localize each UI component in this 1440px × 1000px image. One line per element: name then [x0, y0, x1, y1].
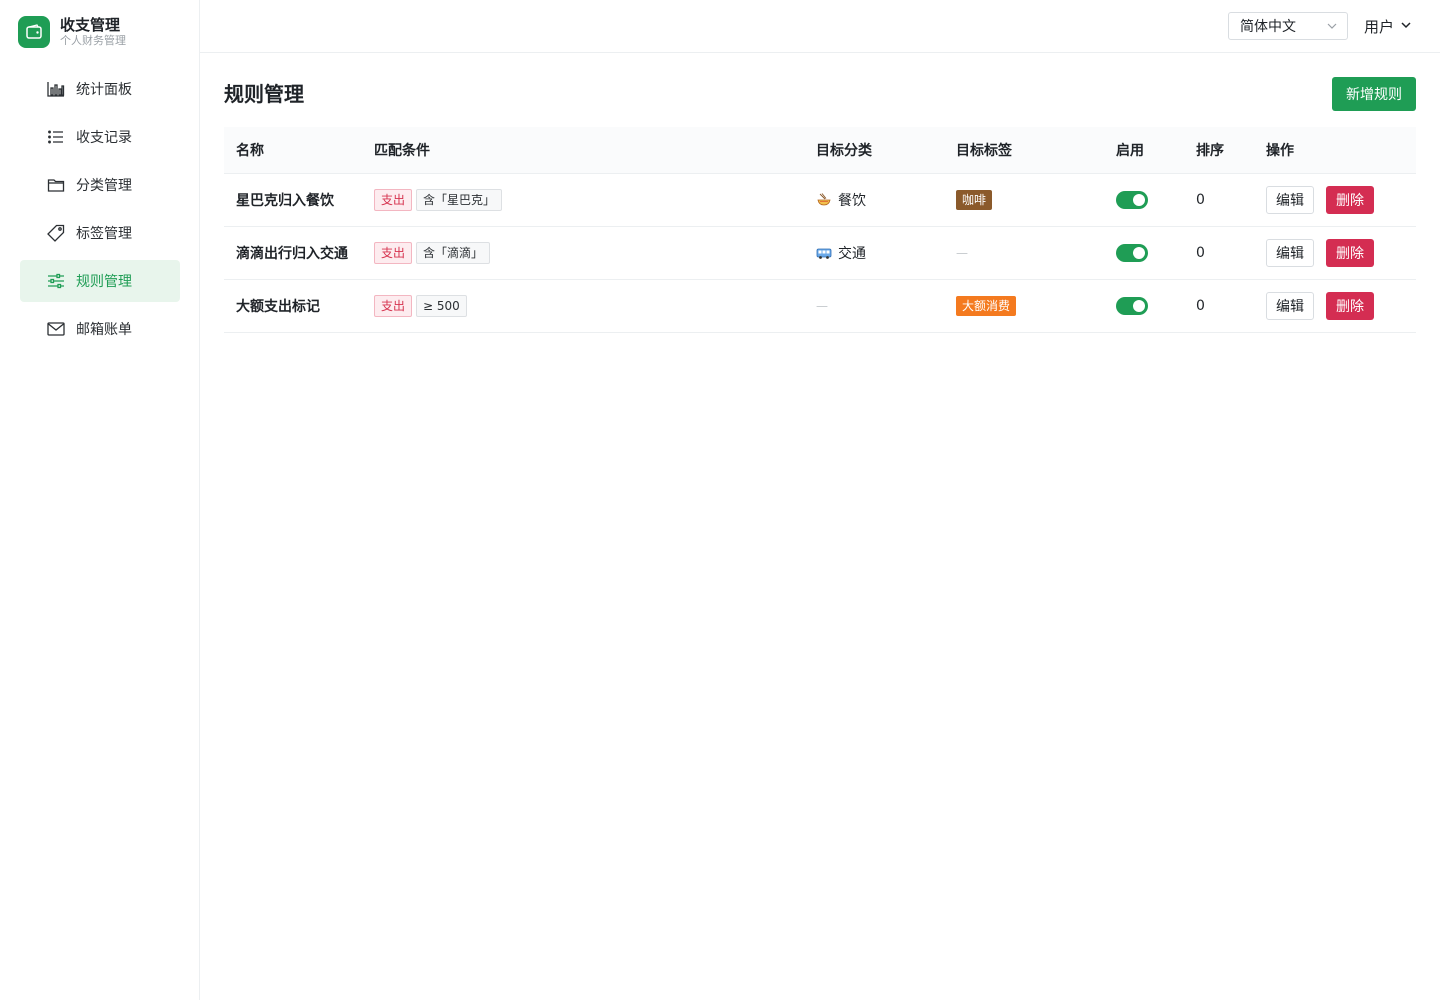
sidebar-item-rules[interactable]: 规则管理 [20, 260, 180, 302]
order-value: 0 [1196, 245, 1205, 261]
topbar: 简体中文 用户 [200, 0, 1440, 53]
edit-button[interactable]: 编辑 [1266, 239, 1314, 267]
user-menu[interactable]: 用户 [1364, 14, 1412, 38]
table-header: 名称 匹配条件 目标分类 目标标签 启用 排序 操作 [224, 127, 1416, 174]
row-actions: 编辑 删除 [1266, 239, 1416, 267]
wallet-icon [18, 16, 50, 48]
rule-conditions: 支出 含「滴滴」 [374, 242, 816, 264]
table-row: 星巴克归入餐饮 支出 含「星巴克」 餐饮 咖啡 0 编辑 删除 [224, 174, 1416, 227]
sidebar-item-categories[interactable]: 分类管理 [20, 164, 180, 206]
brand-subtitle: 个人财务管理 [60, 34, 126, 47]
target-category: 餐饮 [816, 190, 956, 210]
order-value: 0 [1196, 192, 1205, 208]
column-header-enabled: 启用 [1116, 143, 1144, 159]
language-value: 简体中文 [1240, 19, 1296, 35]
expense-chip: 支出 [374, 189, 413, 211]
table-row: 滴滴出行归入交通 支出 含「滴滴」 交通 — 0 编辑 删除 [224, 227, 1416, 280]
condition-chip: 含「滴滴」 [416, 242, 491, 264]
sidebar-item-label: 统计面板 [76, 82, 132, 98]
row-actions: 编辑 删除 [1266, 186, 1416, 214]
enabled-toggle[interactable] [1116, 297, 1148, 315]
mail-icon [46, 319, 66, 339]
toggle-knob [1133, 300, 1145, 312]
sidebar-item-label: 邮箱账单 [76, 322, 132, 338]
enabled-toggle[interactable] [1116, 244, 1148, 262]
sidebar: 收支管理 个人财务管理 统计面板 收支记录 分类管理 标签管理 规则管理 邮箱账… [0, 0, 200, 1000]
sidebar-item-mail-bills[interactable]: 邮箱账单 [20, 308, 180, 350]
category-label: 交通 [838, 246, 866, 262]
rule-conditions: 支出 ≥ 500 [374, 295, 816, 317]
brand-title: 收支管理 [60, 16, 121, 34]
sidebar-nav: 统计面板 收支记录 分类管理 标签管理 规则管理 邮箱账单 [20, 68, 180, 356]
sidebar-item-dashboard[interactable]: 统计面板 [20, 68, 180, 110]
condition-chip: 含「星巴克」 [416, 189, 503, 211]
column-header-category: 目标分类 [816, 143, 872, 159]
rule-name: 星巴克归入餐饮 [236, 193, 334, 209]
rule-name: 大额支出标记 [236, 299, 320, 315]
column-header-tag: 目标标签 [956, 143, 1012, 159]
delete-button[interactable]: 删除 [1326, 186, 1374, 214]
language-select[interactable]: 简体中文 [1228, 12, 1348, 40]
column-header-condition: 匹配条件 [374, 143, 430, 159]
folder-icon [46, 175, 66, 195]
delete-button[interactable]: 删除 [1326, 239, 1374, 267]
condition-chip: ≥ 500 [416, 295, 467, 317]
noodle-bowl-icon [816, 192, 832, 208]
empty-category: — [816, 299, 828, 313]
rule-name: 滴滴出行归入交通 [236, 246, 348, 262]
target-category: 交通 [816, 243, 956, 263]
sliders-icon [46, 271, 66, 291]
target-category: — [816, 299, 956, 313]
delete-button[interactable]: 删除 [1326, 292, 1374, 320]
sidebar-item-label: 规则管理 [76, 274, 132, 290]
table-row: 大额支出标记 支出 ≥ 500 — 大额消费 0 编辑 删除 [224, 280, 1416, 333]
page-title: 规则管理 [224, 82, 304, 106]
toggle-knob [1133, 247, 1145, 259]
tag-icon [46, 223, 66, 243]
empty-tag: — [956, 246, 968, 260]
order-value: 0 [1196, 298, 1205, 314]
target-tag: 咖啡 [956, 190, 1116, 210]
sidebar-item-label: 分类管理 [76, 178, 132, 194]
sidebar-item-label: 收支记录 [76, 130, 132, 146]
expense-chip: 支出 [374, 295, 413, 317]
tag-badge: 咖啡 [956, 190, 993, 210]
chevron-down-icon [1326, 20, 1338, 36]
column-header-actions: 操作 [1266, 143, 1294, 159]
target-tag: — [956, 245, 1116, 261]
sidebar-item-tags[interactable]: 标签管理 [20, 212, 180, 254]
sidebar-item-label: 标签管理 [76, 226, 132, 242]
brand: 收支管理 个人财务管理 [18, 16, 126, 48]
add-rule-button[interactable]: 新增规则 [1332, 77, 1416, 111]
list-icon [46, 127, 66, 147]
rule-conditions: 支出 含「星巴克」 [374, 189, 816, 211]
rules-table: 名称 匹配条件 目标分类 目标标签 启用 排序 操作 星巴克归入餐饮 支出 含「… [224, 127, 1416, 333]
enabled-cell [1116, 297, 1196, 315]
enabled-cell [1116, 191, 1196, 209]
bus-icon [816, 245, 832, 261]
sidebar-item-records[interactable]: 收支记录 [20, 116, 180, 158]
chevron-down-icon [1400, 17, 1412, 35]
category-label: 餐饮 [838, 193, 866, 209]
edit-button[interactable]: 编辑 [1266, 292, 1314, 320]
tag-badge: 大额消费 [956, 296, 1017, 316]
enabled-toggle[interactable] [1116, 191, 1148, 209]
column-header-name: 名称 [236, 143, 264, 159]
target-tag: 大额消费 [956, 296, 1116, 316]
user-name: 用户 [1364, 17, 1395, 36]
row-actions: 编辑 删除 [1266, 292, 1416, 320]
expense-chip: 支出 [374, 242, 413, 264]
enabled-cell [1116, 244, 1196, 262]
bar-chart-icon [46, 79, 66, 99]
edit-button[interactable]: 编辑 [1266, 186, 1314, 214]
toggle-knob [1133, 194, 1145, 206]
column-header-order: 排序 [1196, 143, 1224, 159]
